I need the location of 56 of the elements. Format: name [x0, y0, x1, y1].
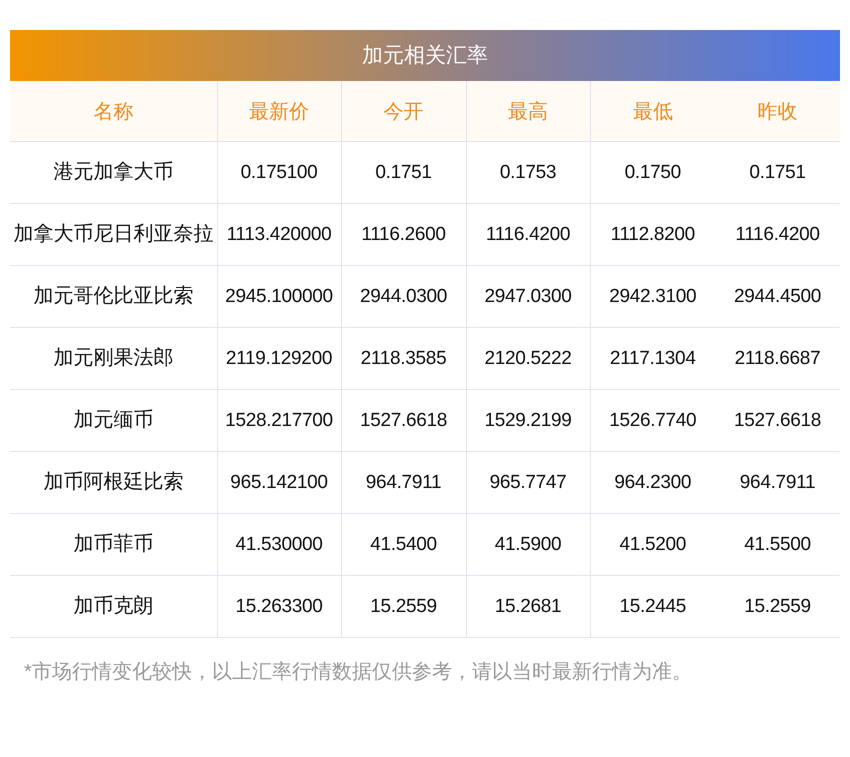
- column-header: 名称: [10, 81, 217, 142]
- table-title: 加元相关汇率: [10, 30, 840, 81]
- table-cell: 965.7747: [490, 472, 566, 492]
- table-cell: 964.7911: [366, 472, 442, 492]
- table-cell: 15.2445: [619, 596, 686, 616]
- table-cell: 1529.2199: [484, 410, 572, 430]
- table-cell: 1527.6618: [734, 410, 822, 430]
- table-cell: 41.5400: [370, 534, 437, 554]
- table-cell: 41.5900: [494, 534, 562, 554]
- table-cell: 2117.1304: [610, 348, 696, 368]
- table-cell-text: 加拿大币尼日利亚奈拉: [13, 222, 214, 247]
- table-cell: 964.2300: [614, 472, 692, 492]
- table-cell: 2118.3585: [360, 348, 446, 368]
- table-cell: 964.7911: [740, 472, 816, 492]
- column-header: 最低: [590, 81, 715, 142]
- table-cell: 15.2681: [494, 596, 562, 616]
- table-cell: 2944.0300: [360, 286, 448, 306]
- table-cell: 1527.6618: [360, 410, 448, 430]
- table-cell: 1526.7740: [609, 410, 696, 430]
- table-cell: 41.5200: [619, 534, 686, 554]
- table-cell: 2118.6687: [734, 348, 820, 368]
- table-cell: 0.1753: [500, 162, 556, 182]
- table-cell: 41.5500: [744, 534, 811, 554]
- table-cell: 2942.3100: [609, 286, 696, 306]
- table-cell: 0.175100: [240, 162, 318, 182]
- table-cell-text: 加币克朗: [73, 594, 154, 619]
- table-cell-text: 港元加拿大币: [53, 160, 174, 185]
- column-header: 最高: [466, 81, 590, 142]
- table-cell-text: 加元哥伦比亚比索: [33, 284, 194, 309]
- column-header: 今开: [341, 81, 466, 142]
- table-cell: 0.1751: [375, 162, 432, 182]
- table-cell-text: 加元刚果法郎: [53, 346, 174, 371]
- table-cell-text: 加元缅币: [73, 408, 154, 433]
- table-cell: 15.2559: [370, 596, 437, 616]
- disclaimer-text: *市场行情变化较快，以上汇率行情数据仅供参考，请以当时最新行情为准。: [23, 660, 693, 685]
- table-cell: 1116.4200: [735, 224, 820, 244]
- table-cell: 1112.8200: [610, 224, 695, 244]
- table-cell: 1116.2600: [361, 224, 446, 244]
- table-cell: 2945.100000: [225, 286, 333, 306]
- table-cell: 1116.4200: [486, 224, 570, 244]
- table-cell: 1528.217700: [225, 410, 333, 430]
- table-cell: 965.142100: [230, 472, 328, 492]
- column-header: 昨收: [715, 81, 840, 142]
- table-cell: 0.1750: [624, 162, 681, 182]
- column-header: 最新价: [217, 81, 341, 142]
- table-cell: 2120.5222: [484, 348, 572, 368]
- table-cell-text: 加币菲币: [73, 532, 154, 557]
- table-cell-text: 加币阿根廷比索: [43, 470, 184, 495]
- table-cell: 1113.420000: [226, 224, 332, 244]
- table-cell: 2947.0300: [484, 286, 572, 306]
- table-cell: 0.1751: [749, 162, 806, 182]
- table-cell: 2944.4500: [734, 286, 822, 306]
- table-cell: 15.2559: [744, 596, 811, 616]
- table-cell: 2119.129200: [226, 348, 332, 368]
- table-cell: 15.263300: [235, 596, 323, 616]
- table-cell: 41.530000: [235, 534, 323, 554]
